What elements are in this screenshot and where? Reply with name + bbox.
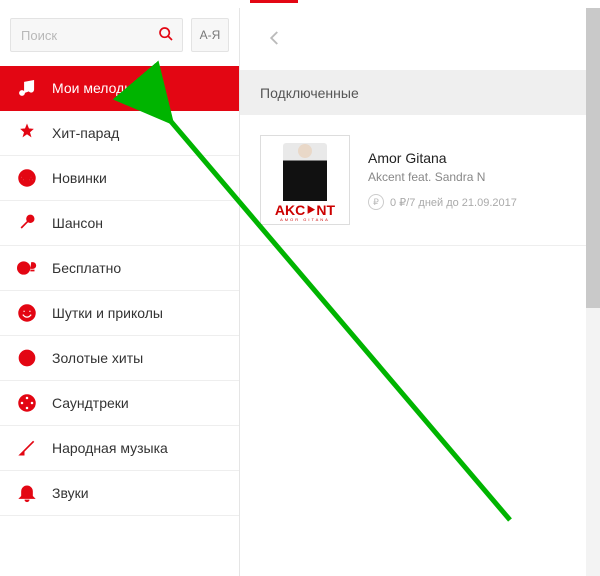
content-top-bar — [240, 8, 600, 70]
back-button[interactable] — [260, 24, 290, 54]
chevron-left-icon — [266, 29, 284, 50]
ruble-free-icon: 0 — [16, 257, 38, 279]
album-art: AKC⯈NT AMOR GITANA — [260, 135, 350, 225]
cover-subtitle: AMOR GITANA — [280, 217, 330, 222]
sidebar-item-label: Народная музыка — [52, 440, 168, 456]
track-title: Amor Gitana — [368, 150, 517, 166]
sidebar-item-sounds[interactable]: Звуки — [0, 471, 239, 516]
bell-icon — [16, 482, 38, 504]
section-header-connected: Подключенные — [240, 70, 600, 115]
sidebar-item-free[interactable]: 0 Бесплатно — [0, 246, 239, 291]
film-reel-icon — [16, 392, 38, 414]
alpha-sort-button[interactable]: А-Я — [191, 18, 229, 52]
search-row: А-Я — [0, 8, 239, 66]
sidebar-item-label: Мои мелодии — [52, 80, 140, 96]
sidebar-item-label: Звуки — [52, 485, 89, 501]
new-badge-icon: NEW — [16, 167, 38, 189]
search-wrap — [10, 18, 183, 52]
sidebar-item-label: Новинки — [52, 170, 107, 186]
sidebar-item-hit-parade[interactable]: Хит-парад — [0, 111, 239, 156]
track-meta: Amor Gitana Akcent feat. Sandra N ₽ 0 ₽/… — [368, 135, 517, 225]
microphone-icon — [16, 212, 38, 234]
window-top-accent — [0, 0, 600, 8]
vinyl-icon — [16, 347, 38, 369]
content-area: Подключенные AKC⯈NT AMOR GITANA Amor Git… — [240, 8, 600, 576]
search-button[interactable] — [153, 22, 179, 48]
cover-figure-head — [298, 144, 312, 158]
search-icon — [158, 26, 174, 45]
sidebar-item-folk[interactable]: Народная музыка — [0, 426, 239, 471]
smile-icon — [16, 302, 38, 324]
sidebar-item-chanson[interactable]: Шансон — [0, 201, 239, 246]
sidebar-item-label: Шансон — [52, 215, 103, 231]
sidebar-item-my-melodies[interactable]: Мои мелодии — [0, 66, 239, 111]
accent-bar — [250, 0, 298, 3]
sidebar-item-label: Золотые хиты — [52, 350, 143, 366]
ruble-circle-icon: ₽ — [368, 194, 384, 210]
balalaika-icon — [16, 437, 38, 459]
svg-text:NEW: NEW — [20, 177, 34, 183]
sidebar-item-label: Бесплатно — [52, 260, 121, 276]
track-price-row: ₽ 0 ₽/7 дней до 21.09.2017 — [368, 194, 517, 210]
sidebar-item-label: Саундтреки — [52, 395, 129, 411]
trophy-icon — [16, 122, 38, 144]
sidebar-item-label: Шутки и приколы — [52, 305, 163, 321]
sidebar-nav: Мои мелодии Хит-парад NEW Новинки Шансон — [0, 66, 239, 516]
sidebar-item-golden-hits[interactable]: Золотые хиты — [0, 336, 239, 381]
cover-logo-text: AKC⯈NT — [275, 203, 335, 217]
scrollbar-thumb[interactable] — [586, 8, 600, 308]
sidebar-item-jokes[interactable]: Шутки и приколы — [0, 291, 239, 336]
track-artist: Akcent feat. Sandra N — [368, 170, 517, 184]
sidebar-item-new[interactable]: NEW Новинки — [0, 156, 239, 201]
track-row[interactable]: AKC⯈NT AMOR GITANA Amor Gitana Akcent fe… — [240, 115, 600, 246]
svg-text:0: 0 — [21, 263, 26, 273]
section-header-label: Подключенные — [260, 85, 359, 101]
sidebar-item-soundtracks[interactable]: Саундтреки — [0, 381, 239, 426]
sidebar-item-label: Хит-парад — [52, 125, 119, 141]
app-root: А-Я Мои мелодии Хит-парад NEW Новинки — [0, 8, 600, 576]
music-note-icon — [16, 77, 38, 99]
sidebar: А-Я Мои мелодии Хит-парад NEW Новинки — [0, 8, 240, 576]
track-price-label: 0 ₽/7 дней до 21.09.2017 — [390, 196, 517, 209]
